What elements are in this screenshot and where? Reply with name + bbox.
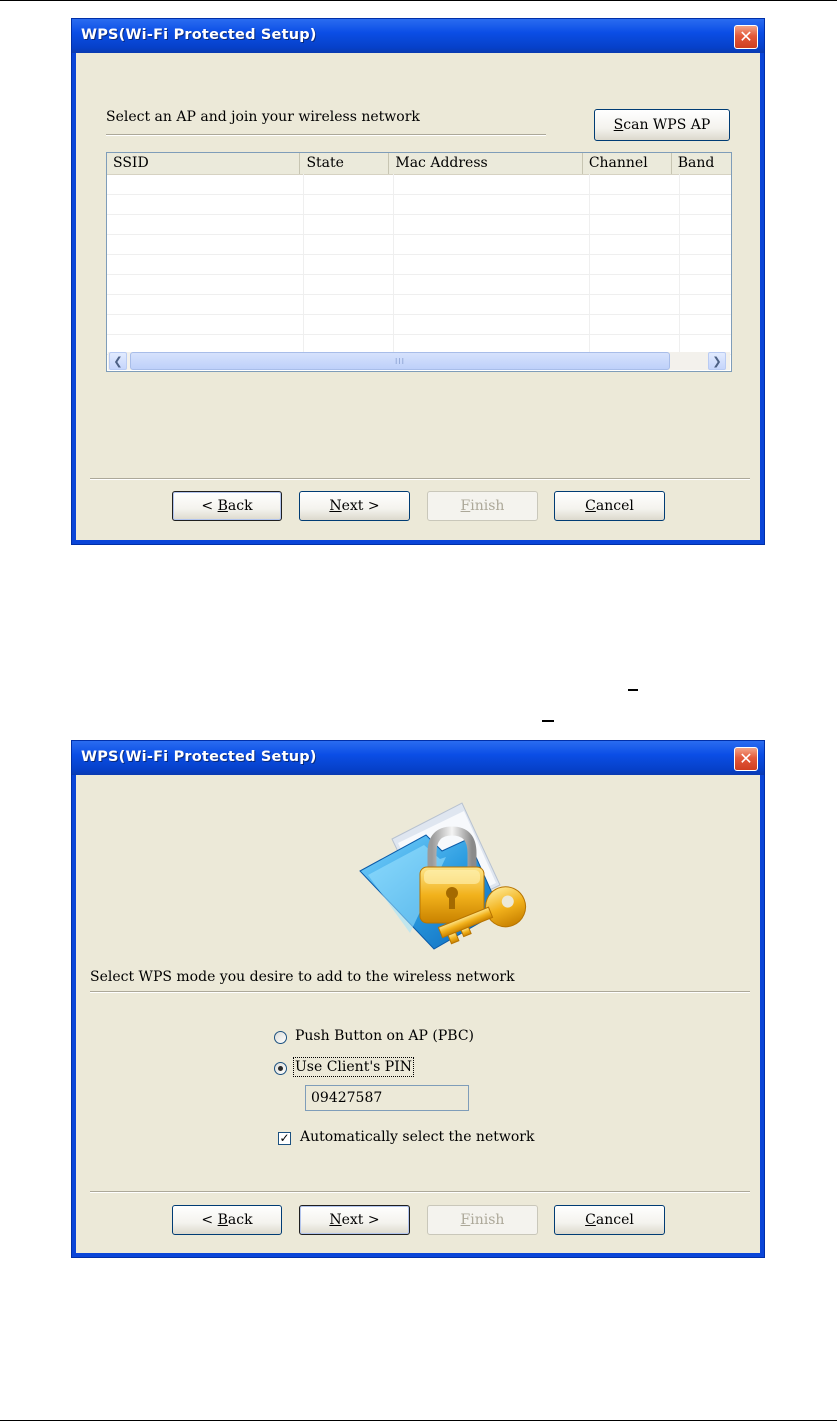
close-button[interactable]: ✕ <box>734 25 758 49</box>
close-icon: ✕ <box>739 27 753 46</box>
table-row[interactable] <box>107 254 731 275</box>
scan-access-key: S <box>613 117 624 133</box>
table-header: SSID State Mac Address Channel Band <box>107 153 731 175</box>
finish-button[interactable]: Finish <box>427 491 538 521</box>
scroll-left-button[interactable]: ❮ <box>109 352 127 370</box>
chevron-right-icon: ❯ <box>712 354 722 368</box>
instruction-underline <box>106 134 546 136</box>
back-label: ack <box>227 1212 253 1228</box>
ap-list-table[interactable]: SSID State Mac Address Channel Band ❮ II… <box>106 152 732 372</box>
column-header-ssid[interactable]: SSID <box>107 153 301 174</box>
scan-wps-ap-button[interactable]: Scan WPS AP <box>594 109 730 141</box>
wps-dialog-ap-select: WPS(Wi-Fi Protected Setup) ✕ Select an A… <box>71 18 765 545</box>
back-button[interactable]: < Back <box>172 491 282 521</box>
dialog-client-area: Select WPS mode you desire to add to the… <box>76 775 760 1253</box>
finish-access-key: F <box>460 1212 471 1228</box>
back-prefix: < <box>201 1212 218 1228</box>
finish-button[interactable]: Finish <box>427 1205 538 1235</box>
cancel-button[interactable]: Cancel <box>554 491 665 521</box>
finish-label: inish <box>470 498 505 514</box>
next-button[interactable]: Next > <box>299 1205 410 1235</box>
cancel-button[interactable]: Cancel <box>554 1205 665 1235</box>
next-label: ext > <box>341 1212 380 1228</box>
pin-field[interactable]: 09427587 <box>305 1085 469 1111</box>
page-top-rule <box>0 0 837 1</box>
close-icon: ✕ <box>739 749 753 768</box>
scrollbar-thumb[interactable]: III <box>130 352 670 370</box>
table-row[interactable] <box>107 214 731 235</box>
next-button[interactable]: Next > <box>299 491 410 521</box>
table-row[interactable] <box>107 274 731 295</box>
title-bar[interactable]: WPS(Wi-Fi Protected Setup) ✕ <box>72 741 764 775</box>
cancel-label: ancel <box>595 1212 634 1228</box>
auto-select-network-checkbox[interactable]: ✓ <box>278 1132 291 1145</box>
cancel-label: ancel <box>595 498 634 514</box>
table-row[interactable] <box>107 174 731 195</box>
window-title: WPS(Wi-Fi Protected Setup) <box>81 27 317 43</box>
radio-push-button-pbc[interactable] <box>274 1031 287 1044</box>
cancel-access-key: C <box>585 498 596 514</box>
column-divider <box>303 174 304 353</box>
table-row[interactable] <box>107 194 731 215</box>
page-bottom-rule <box>0 1420 837 1421</box>
column-divider <box>679 174 680 353</box>
column-divider <box>589 174 590 353</box>
radio-use-client-pin[interactable] <box>274 1062 287 1075</box>
instruction-text: Select an AP and join your wireless netw… <box>106 109 420 125</box>
column-header-band[interactable]: Band <box>672 153 731 174</box>
back-label: ack <box>227 498 253 514</box>
column-header-channel[interactable]: Channel <box>583 153 672 174</box>
scan-label: can WPS AP <box>623 117 711 133</box>
close-button[interactable]: ✕ <box>734 747 758 771</box>
button-bar-separator <box>90 1191 750 1193</box>
page-mark <box>628 689 638 691</box>
instruction-separator <box>90 991 750 993</box>
cancel-access-key: C <box>585 1212 596 1228</box>
wps-dialog-mode-select: WPS(Wi-Fi Protected Setup) ✕ Select WPS … <box>71 740 765 1258</box>
back-prefix: < <box>201 498 218 514</box>
table-row[interactable] <box>107 314 731 335</box>
title-bar[interactable]: WPS(Wi-Fi Protected Setup) ✕ <box>72 19 764 53</box>
back-access-key: B <box>217 1212 228 1228</box>
checkmark-icon: ✓ <box>279 1131 290 1145</box>
instruction-text: Select WPS mode you desire to add to the… <box>90 969 515 985</box>
next-access-key: N <box>329 1212 342 1228</box>
next-label: ext > <box>341 498 380 514</box>
table-row[interactable] <box>107 294 731 315</box>
button-bar-separator <box>90 478 750 480</box>
back-access-key: B <box>217 498 228 514</box>
next-access-key: N <box>329 498 342 514</box>
finish-access-key: F <box>460 498 471 514</box>
table-row[interactable] <box>107 234 731 255</box>
scroll-right-button[interactable]: ❯ <box>708 352 726 370</box>
column-header-mac-address[interactable]: Mac Address <box>389 153 583 174</box>
page-mark <box>542 720 554 722</box>
column-header-state[interactable]: State <box>300 153 390 174</box>
chevron-left-icon: ❮ <box>113 354 123 368</box>
option-label-pbc[interactable]: Push Button on AP (PBC) <box>295 1028 474 1044</box>
dialog-client-area: Select an AP and join your wireless netw… <box>76 53 760 540</box>
window-title: WPS(Wi-Fi Protected Setup) <box>81 749 317 765</box>
scrollbar-grip: III <box>394 356 406 366</box>
option-label-auto-select[interactable]: Automatically select the network <box>300 1129 534 1145</box>
option-label-client-pin[interactable]: Use Client's PIN <box>293 1057 414 1077</box>
folder-padlock-key-icon <box>359 802 527 950</box>
back-button[interactable]: < Back <box>172 1205 282 1235</box>
horizontal-scrollbar[interactable]: ❮ III ❯ <box>108 352 730 370</box>
finish-label: inish <box>470 1212 505 1228</box>
column-divider <box>393 174 394 353</box>
